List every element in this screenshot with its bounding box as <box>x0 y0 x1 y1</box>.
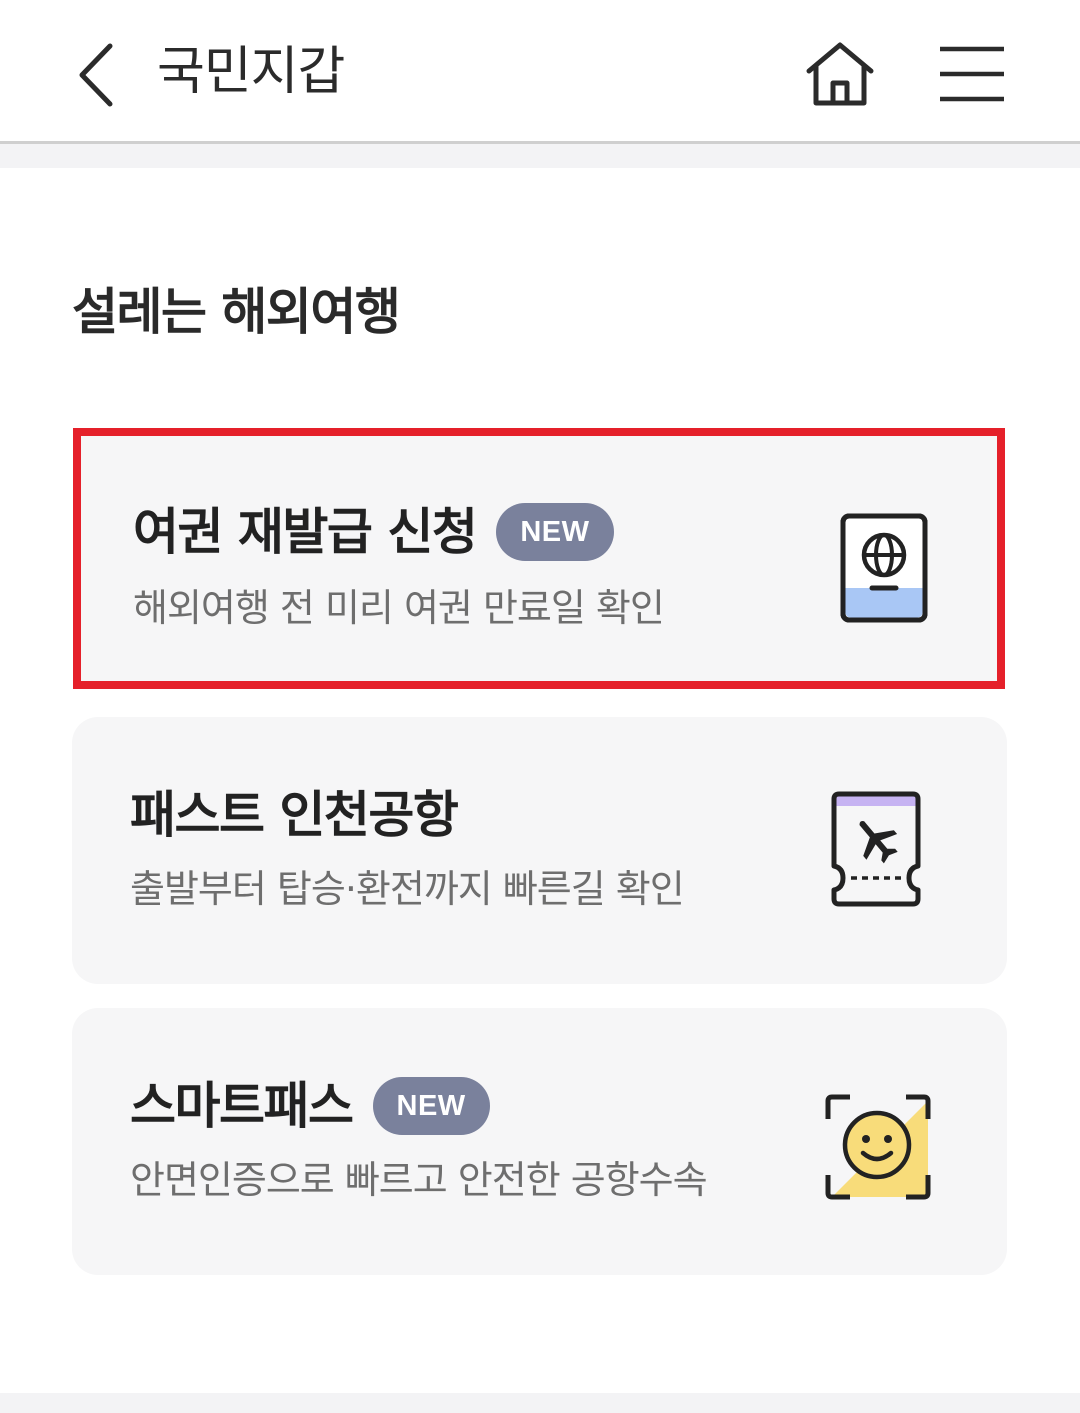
home-button[interactable] <box>796 30 884 118</box>
face-scan-icon <box>818 1082 938 1212</box>
back-button[interactable] <box>56 30 136 120</box>
card-fast-incheon-airport[interactable]: 패스트 인천공항 출발부터 탑승·환전까지 빠른길 확인 <box>72 717 1007 984</box>
app-header: 국민지갑 <box>0 0 1080 144</box>
hamburger-menu-icon <box>940 46 1004 102</box>
page-title: 국민지갑 <box>157 42 345 102</box>
card-description: 해외여행 전 미리 여권 만료일 확인 <box>133 586 665 630</box>
menu-button[interactable] <box>930 32 1014 116</box>
passport-icon <box>824 503 944 633</box>
new-badge: NEW <box>496 503 614 561</box>
card-smartpass[interactable]: 스마트패스 NEW 안면인증으로 빠르고 안전한 공항수속 <box>72 1008 1007 1275</box>
card-title: 스마트패스 <box>130 1077 354 1135</box>
card-title: 패스트 인천공항 <box>130 786 459 844</box>
chevron-left-icon <box>79 43 113 107</box>
card-passport-reissue[interactable]: 여권 재발급 신청 NEW 해외여행 전 미리 여권 만료일 확인 <box>73 428 1005 689</box>
section-title: 설레는 해외여행 <box>72 283 401 341</box>
card-description: 안면인증으로 빠르고 안전한 공항수속 <box>130 1158 708 1202</box>
boarding-ticket-icon <box>816 784 936 914</box>
new-badge: NEW <box>372 1077 490 1135</box>
header-divider <box>0 144 1080 168</box>
home-icon <box>806 42 874 106</box>
bottom-divider <box>0 1393 1080 1413</box>
card-title: 여권 재발급 신청 <box>133 503 478 561</box>
card-description: 출발부터 탑승·환전까지 빠른길 확인 <box>130 867 685 911</box>
